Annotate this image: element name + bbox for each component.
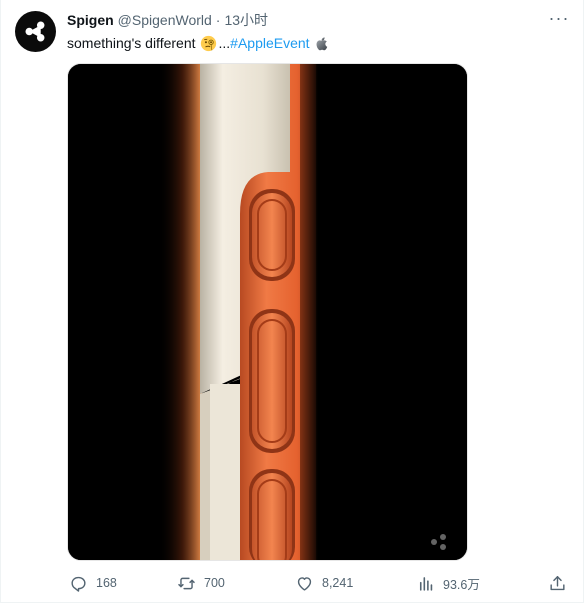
media-image[interactable] [67, 63, 468, 561]
reply-icon [71, 576, 86, 592]
share-icon [550, 575, 565, 590]
tweet-card: Spigen @SpigenWorld · 13小时 ··· something… [0, 0, 584, 603]
phone-side-photo [68, 64, 467, 560]
author-name[interactable]: Spigen [67, 12, 114, 28]
tweet-header: Spigen @SpigenWorld · 13小时 [67, 11, 268, 29]
reply-button[interactable]: 168 [69, 571, 117, 595]
reply-count: 168 [96, 576, 117, 590]
face-with-monocle-icon [200, 35, 217, 52]
tweet-actions: 168 700 8,241 93.6万 [63, 571, 575, 595]
view-count: 93.6万 [443, 577, 480, 592]
avatar[interactable] [15, 11, 56, 52]
apple-logo-icon [314, 36, 328, 51]
author-handle[interactable]: @SpigenWorld [118, 12, 212, 28]
retweet-count: 700 [204, 576, 225, 590]
more-icon: ··· [548, 7, 570, 28]
ellipsis-text: ... [218, 35, 231, 51]
tweet-text-body: something's different [67, 35, 196, 51]
share-button[interactable] [548, 571, 575, 595]
separator-dot: · [215, 12, 221, 28]
retweet-icon [178, 577, 195, 589]
tweet-text: something's different ... #AppleEvent [67, 33, 328, 53]
retweet-button[interactable]: 700 [177, 571, 225, 595]
heart-icon [297, 576, 312, 591]
like-count: 8,241 [322, 576, 354, 590]
views-chart-icon [419, 576, 433, 591]
spigen-logo-icon [25, 21, 45, 42]
timestamp[interactable]: 13小时 [224, 10, 268, 30]
more-options-button[interactable]: ··· [547, 8, 571, 28]
views-button[interactable]: 93.6万 [416, 571, 480, 595]
hashtag-link[interactable]: #AppleEvent [230, 35, 309, 51]
like-button[interactable]: 8,241 [295, 571, 353, 595]
